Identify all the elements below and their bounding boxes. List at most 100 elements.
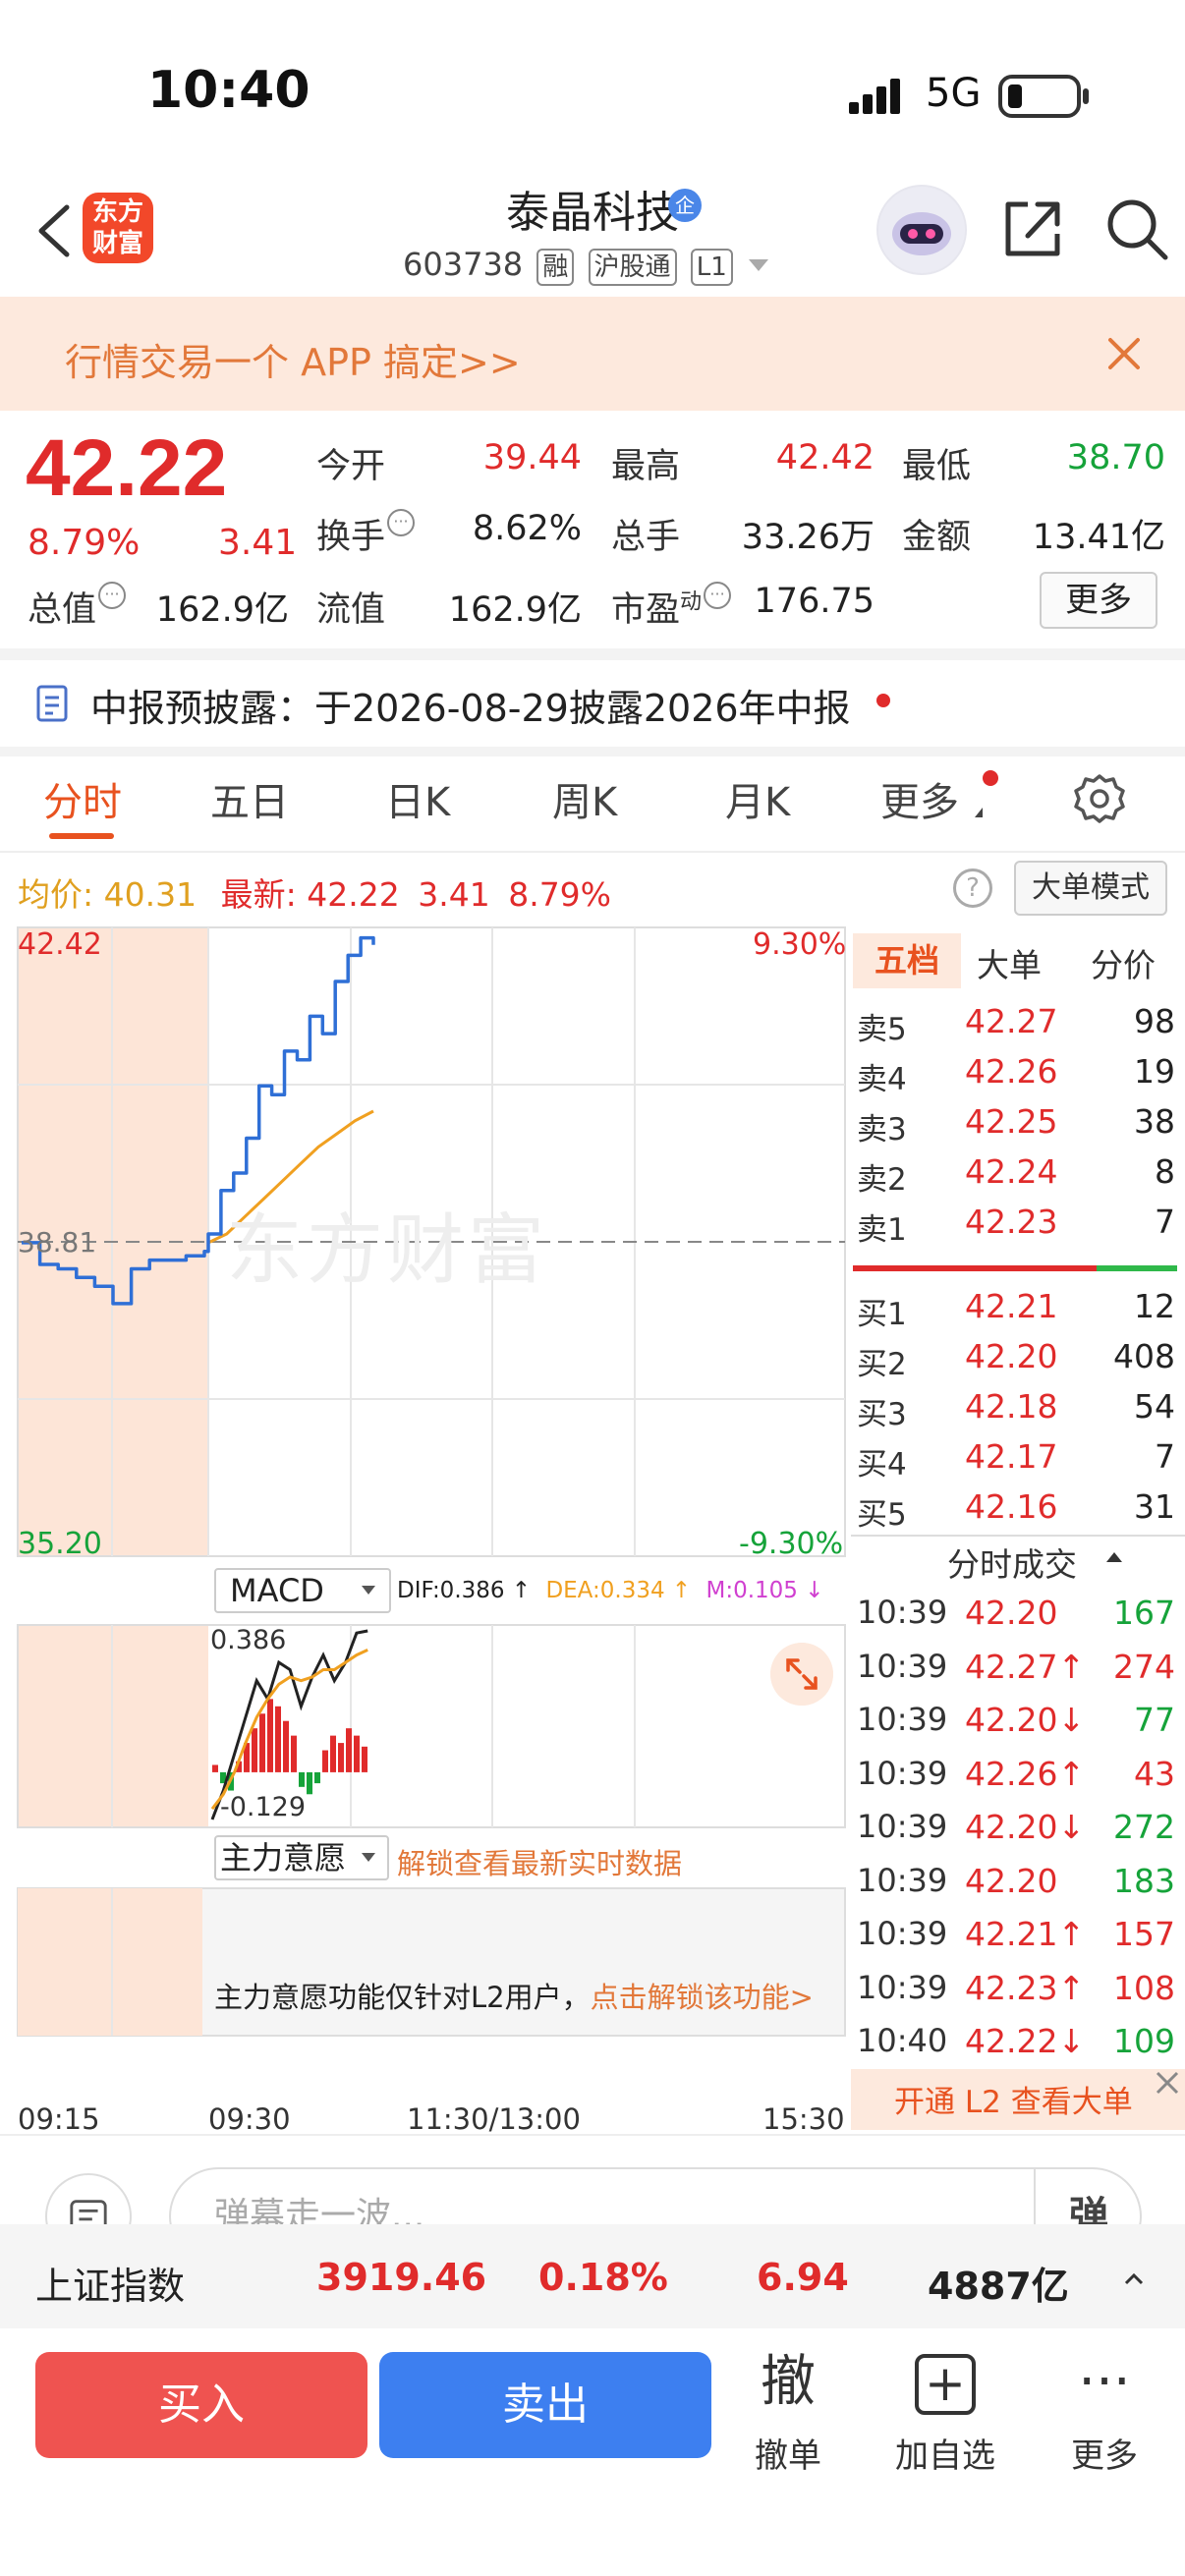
low-label: 最低 xyxy=(902,447,972,486)
tick-volume: 108 xyxy=(1113,1968,1175,2007)
open-value: 39.44 xyxy=(482,438,582,477)
ask-volume: 7 xyxy=(1155,1203,1175,1241)
report-notice[interactable]: 中报预披露：于2026-08-29披露2026年中报 xyxy=(90,678,851,732)
chart-max-pct: 9.30% xyxy=(753,927,847,962)
bid-volume: 54 xyxy=(1134,1387,1175,1426)
buy-sell-ratio-bar xyxy=(853,1265,1097,1271)
flow-unlock-link[interactable]: 解锁查看最新实时数据 xyxy=(397,1841,682,1882)
index-amount: 4887亿 xyxy=(928,2265,1069,2308)
amount-value: 13.41亿 xyxy=(1032,518,1165,557)
macd-bar xyxy=(314,1771,320,1784)
macd-bar xyxy=(275,1706,281,1772)
tick-volume: 109 xyxy=(1113,2022,1175,2060)
avg-price-line: 均价: 40.31 最新: 42.22 3.41 8.79% xyxy=(18,868,611,916)
chevron-down-icon[interactable] xyxy=(749,259,768,271)
gear-icon[interactable] xyxy=(1073,772,1126,825)
bid-label: 买5 xyxy=(857,1497,907,1533)
time-label: 15:30 xyxy=(762,2102,845,2136)
index-value: 3919.46 xyxy=(316,2256,487,2299)
expand-icon[interactable] xyxy=(770,1643,833,1706)
intraday-chart[interactable] xyxy=(0,924,849,2142)
chevron-up-icon[interactable] xyxy=(1106,1552,1122,1562)
more-quote-button[interactable]: 更多 xyxy=(1040,572,1157,629)
chevron-up-icon[interactable] xyxy=(1122,2268,1146,2291)
bid-price: 42.20 xyxy=(965,1337,1058,1375)
stock-code-line[interactable]: 603738 融 沪股通 L1 xyxy=(403,246,733,286)
tab-intraday[interactable]: 分时 xyxy=(43,770,122,827)
watermark: 东方财富 xyxy=(226,1206,549,1295)
turnover-value: 8.62% xyxy=(472,509,582,548)
close-icon[interactable] xyxy=(1152,2067,1183,2099)
latest-change: 3.41 xyxy=(418,875,490,914)
low-value: 38.70 xyxy=(1066,438,1165,477)
ask-label: 卖4 xyxy=(857,1062,907,1097)
tick-time: 10:39 xyxy=(857,1861,948,1899)
pe-value: 176.75 xyxy=(754,582,875,621)
plus-box-icon: + xyxy=(886,2348,1004,2417)
robot-assistant-icon[interactable] xyxy=(876,185,967,275)
section-divider xyxy=(851,1535,1185,1537)
add-watchlist-button[interactable]: + 加自选 xyxy=(886,2348,1004,2477)
change-percent: 8.79% xyxy=(28,523,141,563)
bid-price: 42.16 xyxy=(965,1487,1058,1526)
tab-five-levels[interactable]: 五档 xyxy=(853,933,961,988)
search-icon[interactable] xyxy=(1104,196,1169,261)
bid-price: 42.18 xyxy=(965,1387,1058,1426)
macd-bar xyxy=(354,1735,360,1772)
bid-volume: 7 xyxy=(1155,1437,1175,1476)
tab-five-day[interactable]: 五日 xyxy=(210,770,289,827)
chevron-down-icon[interactable] xyxy=(362,1586,375,1595)
latest-label: 最新: xyxy=(220,875,297,914)
tab-divider xyxy=(0,851,1185,853)
flow-message: 主力意愿功能仅针对L2用户，点击解锁该功能> xyxy=(214,1975,814,2016)
tick-time: 10:39 xyxy=(857,1594,948,1631)
sell-button[interactable]: 卖出 xyxy=(379,2352,711,2458)
tab-monthly-k[interactable]: 月K xyxy=(725,770,790,827)
chart-ref-price: 38.81 xyxy=(18,1226,97,1259)
buy-button[interactable]: 买入 xyxy=(35,2352,367,2458)
tab-more[interactable]: 更多 xyxy=(880,770,959,827)
add-watchlist-label: 加自选 xyxy=(895,2436,995,2476)
verified-badge-icon: 企 xyxy=(668,189,702,222)
macd-dea: DEA:0.334 ↑ xyxy=(545,1578,692,1603)
tab-daily-k[interactable]: 日K xyxy=(385,770,450,827)
macd-bar xyxy=(252,1728,257,1772)
help-icon[interactable]: ? xyxy=(953,868,992,908)
cancel-order-button[interactable]: 撤 撤单 xyxy=(729,2348,847,2477)
chart-min-pct: -9.30% xyxy=(739,1527,844,1561)
macd-bar xyxy=(362,1746,367,1772)
close-icon[interactable] xyxy=(1104,334,1144,373)
open-label: 今开 xyxy=(316,447,386,486)
battery-tip xyxy=(1083,88,1089,104)
tag-level: L1 xyxy=(690,249,733,286)
info-icon[interactable]: ··· xyxy=(98,582,127,609)
pe-label: 市盈动 ··· xyxy=(611,582,732,632)
l2-upsell-text[interactable]: 开通 L2 查看大单 xyxy=(894,2077,1133,2121)
chevron-down-icon[interactable] xyxy=(362,1853,375,1862)
signal-icon xyxy=(849,79,900,114)
tab-big-orders[interactable]: 大单 xyxy=(977,939,1042,986)
macd-values: DIF:0.386 ↑ DEA:0.334 ↑ M:0.105 ↓ xyxy=(397,1578,824,1603)
more-actions-button[interactable]: ··· 更多 xyxy=(1045,2348,1163,2477)
info-icon[interactable]: ··· xyxy=(704,582,732,609)
tab-price-dist[interactable]: 分价 xyxy=(1091,939,1156,986)
tick-time: 10:39 xyxy=(857,1647,948,1685)
float-value: 162.9亿 xyxy=(448,590,582,630)
tag-margin: 融 xyxy=(536,249,575,286)
tag-hk-connect: 沪股通 xyxy=(588,249,677,286)
promo-banner-text[interactable]: 行情交易一个 APP 搞定>> xyxy=(65,332,521,386)
index-change: 6.94 xyxy=(757,2256,849,2299)
ticks-title[interactable]: 分时成交 xyxy=(947,1539,1077,1586)
big-order-mode-button[interactable]: 大单模式 xyxy=(1014,861,1167,916)
ask-volume: 8 xyxy=(1155,1152,1175,1191)
tick-time: 10:40 xyxy=(857,2022,948,2059)
tick-time: 10:39 xyxy=(857,1968,948,2006)
tab-weekly-k[interactable]: 周K xyxy=(552,770,617,827)
change-amount: 3.41 xyxy=(218,523,298,563)
share-icon[interactable] xyxy=(1002,196,1063,259)
stock-code: 603738 xyxy=(403,246,524,283)
mktcap-label-text: 总值 xyxy=(28,590,97,630)
tick-volume: 272 xyxy=(1113,1808,1175,1846)
flow-unlock-button[interactable]: 点击解锁该功能> xyxy=(591,1981,814,2014)
info-icon[interactable]: ··· xyxy=(387,509,416,536)
